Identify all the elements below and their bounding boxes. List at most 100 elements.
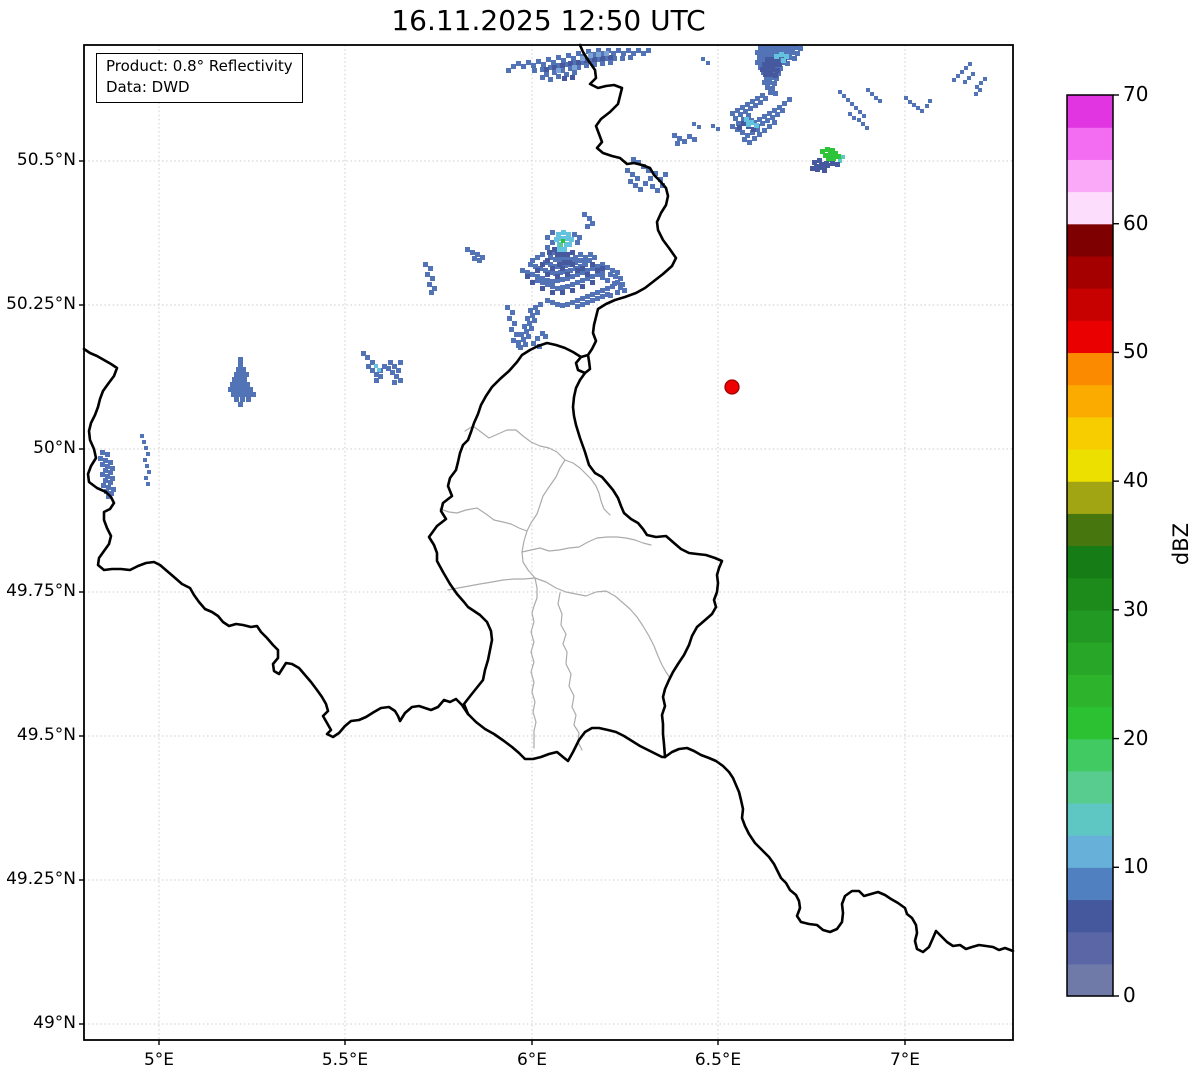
radar-echo-cell [592,255,597,260]
radar-echo-cell [535,336,540,341]
radar-echo-cell [655,188,660,193]
radar-echo-cell [555,252,560,257]
radar-echo-cell [514,332,519,337]
radar-echo-cell [142,440,146,444]
radar-echo-cell [792,56,797,61]
radar-echo-cell [608,293,613,298]
radar-echo-cell [831,156,836,161]
y-axis-label: 49.25°N [6,869,76,889]
radar-echo-cell [841,155,845,159]
radar-echo-cell [779,52,784,57]
radar-echo-cell [510,310,515,315]
radar-echo-cell [236,367,241,372]
radar-echo-cell [916,106,920,110]
radar-echo-cell [772,120,777,125]
radar-echo-cell [392,380,397,385]
product-annotation-box: Product: 0.8° Reflectivity Data: DWD [96,53,303,103]
radar-echo-cell [628,179,633,184]
canton-border [439,507,528,532]
radar-echo-cell [530,272,535,277]
radar-echo-cell [562,76,567,81]
radar-echo-cell [963,80,967,84]
radar-echo-cell [920,109,924,113]
radar-echo-cell [979,81,983,85]
radar-echo-cell [636,48,641,53]
colorbar-segment [1067,770,1113,804]
radar-echo-cell [238,362,243,367]
x-axis-label: 5°E [143,1050,175,1070]
radar-echo-cell [835,162,840,167]
radar-echo-cell [560,290,565,295]
radar-echo-cell [529,326,534,331]
radar-echo-cell [752,136,757,141]
radar-echo-cell [521,337,526,342]
radar-echo-cell [531,63,536,68]
radar-echo-cell [605,278,610,283]
radar-echo-cell [613,274,618,279]
radar-echo-cell [246,392,251,397]
radar-echo-cell [746,122,751,127]
colorbar-segment [1067,931,1113,965]
radar-echo-cell [533,305,538,310]
radar-echo-cell [550,290,555,295]
radar-echo-cell [968,62,972,66]
radar-echo-cell [382,364,387,369]
colorbar-segment [1067,674,1113,707]
radar-echo-cell [590,274,595,279]
radar-echo-cell [377,368,381,372]
y-axis-label: 50°N [33,438,76,458]
radar-echo-cell [233,387,238,392]
colorbar-segment [1067,802,1113,836]
radar-echo-cell [580,302,585,307]
radar-echo-cell [572,232,577,237]
radar-echo-cell [912,103,916,107]
radar-echo-cell [850,102,854,106]
radar-echo-cell [147,470,151,474]
radar-echo-cell [550,279,555,284]
radar-echo-cell [630,172,635,177]
radar-echo-cell [570,75,575,80]
radar-echo-cell [544,67,549,72]
radar-figure: 16.11.2025 12:50 UTC Product: 0.8° Refle… [0,0,1202,1081]
radar-echo-cell [560,266,565,271]
radar-echo-cell [374,364,378,368]
radar-echo-cell [238,387,243,392]
radar-site-marker [724,379,740,395]
radar-echo-cell [520,268,525,273]
radar-echo-cell [857,118,861,122]
colorbar-segment [1067,255,1113,289]
radar-echo-cell [98,456,103,461]
radar-echo-cell [465,247,470,252]
radar-echo-cell [101,483,106,488]
radar-echo-cell [825,163,830,168]
radar-echo-cell [754,123,759,128]
radar-echo-cell [565,302,570,307]
radar-echo-cell [760,121,765,126]
radar-echo-cell [762,80,767,85]
radar-echo-cell [244,372,249,377]
colorbar-segment [1067,127,1113,160]
radar-echo-cell [251,392,256,397]
radar-echo-cell [737,125,742,130]
colorbar-segment [1067,738,1113,772]
radar-echo-cell [570,250,575,255]
radar-echo-cell [575,280,580,285]
radar-echo-cell [245,382,250,387]
colorbar-segment [1067,159,1113,193]
radar-echoes [98,45,987,499]
luxembourg-canton-borders [439,425,671,751]
radar-echo-cell [740,130,745,135]
radar-echo-cell [234,397,239,402]
colorbar-segment [1067,223,1113,257]
radar-echo-cell [590,298,595,303]
canton-border [447,577,536,591]
data-source-line: Data: DWD [106,78,190,96]
radar-echo-cell [852,116,856,120]
radar-echo-cell [560,252,565,257]
radar-echo-cell [528,262,533,267]
radar-echo-cell [612,281,617,286]
colorbar-segment [1067,577,1113,611]
radar-echo-cell [682,139,687,144]
radar-echo-cell [810,166,815,171]
radar-echo-cell [595,290,600,295]
